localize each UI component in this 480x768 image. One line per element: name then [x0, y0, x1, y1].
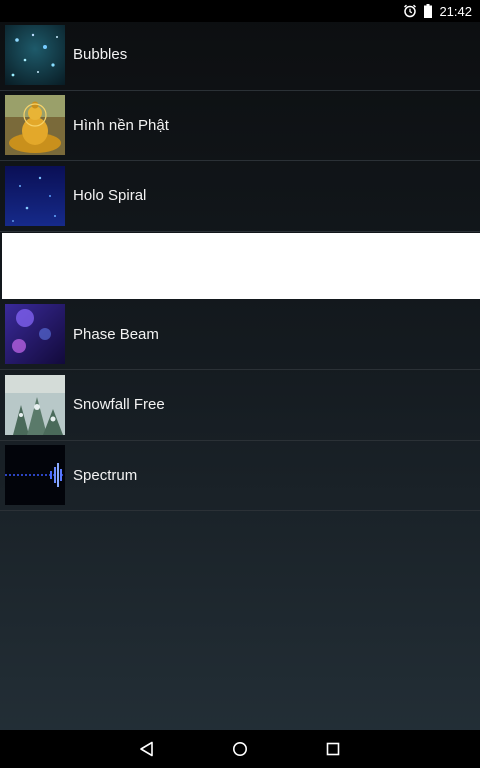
wallpaper-label: Spectrum: [73, 466, 138, 484]
recents-button[interactable]: [313, 730, 353, 768]
navigation-bar: [0, 730, 480, 768]
wallpaper-label: Bubbles: [73, 46, 128, 64]
holo-spiral-thumbnail: [5, 165, 65, 226]
home-button[interactable]: [220, 730, 260, 768]
wallpaper-item-bubbles[interactable]: Bubbles: [0, 20, 480, 91]
wallpaper-item-spectrum[interactable]: Spectrum: [0, 441, 480, 511]
live-wallpaper-list: Bubbles Hình nền Phật Holo Spiral Phase …: [0, 20, 480, 511]
wallpaper-item-hinh-nen-phat[interactable]: Hình nền Phật: [0, 91, 480, 161]
bubbles-thumbnail: [5, 24, 65, 85]
battery-icon: [423, 4, 433, 18]
wallpaper-label: Hình nền Phật: [73, 116, 169, 134]
status-bar: 21:42: [0, 0, 480, 22]
back-button[interactable]: [127, 730, 167, 768]
wallpaper-item-phase-beam[interactable]: Phase Beam: [0, 300, 480, 370]
wallpaper-item-holo-spiral[interactable]: Holo Spiral: [0, 161, 480, 232]
wallpaper-item-snowfall-free[interactable]: Snowfall Free: [0, 370, 480, 441]
recents-icon: [327, 742, 340, 756]
snowfall-thumbnail: [5, 374, 65, 435]
wallpaper-label: Phase Beam: [73, 325, 159, 343]
wallpaper-label: Holo Spiral: [73, 187, 147, 205]
buddha-thumbnail: [5, 95, 65, 156]
alarm-icon: [403, 4, 417, 18]
phase-beam-thumbnail: [5, 304, 65, 365]
wallpaper-item-blank[interactable]: [2, 232, 480, 299]
wallpaper-label: Snowfall Free: [73, 396, 165, 414]
status-time: 21:42: [439, 3, 472, 19]
back-icon: [139, 741, 153, 757]
home-icon: [232, 742, 247, 756]
spectrum-thumbnail: [5, 445, 65, 506]
